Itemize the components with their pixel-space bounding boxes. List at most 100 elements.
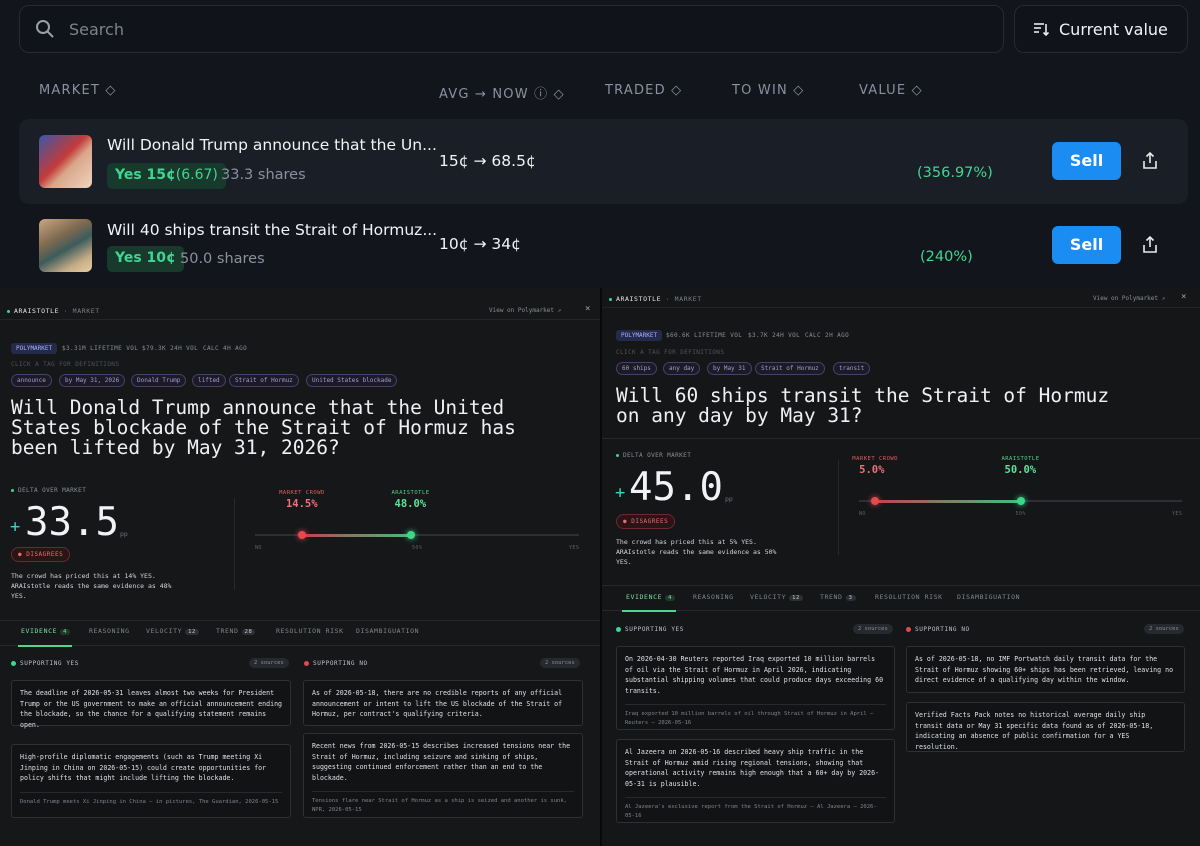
- delta-value: 33.5: [25, 500, 119, 545]
- crowd-value: 5.0%: [859, 464, 885, 476]
- araistotle-value: 48.0%: [394, 498, 427, 510]
- sort-button[interactable]: Current value: [1014, 5, 1188, 53]
- sell-button[interactable]: Sell: [1052, 226, 1121, 264]
- close-icon[interactable]: ×: [585, 304, 590, 314]
- market-analysis-panel: ARAISTOTLE · MARKET View on Polymarket ↗…: [0, 288, 600, 846]
- section-divider: [234, 498, 235, 590]
- section-divider: [838, 460, 839, 555]
- crowd-label: MARKET CROWD: [279, 490, 325, 496]
- araistotle-marker: [406, 531, 415, 539]
- no-sources-count: 2 sources: [1144, 624, 1184, 634]
- question-title: Will 60 ships transit the Strait of Horm…: [616, 384, 1110, 427]
- araistotle-label: ARAISTOTLE: [1001, 456, 1040, 462]
- share-icon[interactable]: [1140, 235, 1160, 255]
- tag[interactable]: any day: [663, 362, 701, 375]
- tab-velocity[interactable]: VELOCITY 12: [750, 593, 803, 601]
- verdict-badge: ● DISAGREES: [11, 547, 71, 562]
- tag[interactable]: transit: [833, 362, 871, 375]
- scale-yes: YES: [569, 545, 580, 551]
- tag[interactable]: lifted: [192, 374, 226, 387]
- delta-label: DELTA OVER MARKET: [616, 452, 691, 459]
- plus-sign: +: [615, 483, 626, 503]
- araistotle-label: ARAISTOTLE: [391, 490, 430, 496]
- col-to-win[interactable]: TO WIN ◇: [732, 83, 804, 98]
- yes-sources-count: 2 sources: [853, 624, 893, 634]
- explanation: The crowd has priced this at 14% YES. ARA…: [11, 572, 172, 600]
- search-input[interactable]: Search: [69, 20, 124, 39]
- evidence-card[interactable]: Recent news from 2026-05-15 describes in…: [303, 733, 583, 818]
- market-title[interactable]: Will 40 ships transit the Strait of Horm…: [107, 221, 437, 239]
- tab-reasoning[interactable]: REASONING: [89, 627, 130, 635]
- evidence-card[interactable]: Al Jazeera on 2026-05-16 described heavy…: [616, 739, 895, 823]
- tab-evidence[interactable]: EVIDENCE 4: [626, 593, 676, 601]
- tag-hint: CLICK A TAG FOR DEFINITIONS: [11, 361, 120, 368]
- brand: ARAISTOTLE · MARKET: [609, 295, 702, 303]
- avg-now-price: 10¢ → 34¢: [439, 235, 522, 253]
- lifetime-vol: $60.6K LIFETIME VOL: [666, 332, 743, 339]
- strait-map-icon: [39, 219, 92, 272]
- tab-trend[interactable]: TREND 3: [820, 593, 856, 601]
- active-tab-indicator: [18, 645, 72, 647]
- value-change: (240%): [920, 249, 973, 265]
- evidence-card[interactable]: On 2026-04-30 Reuters reported Iraq expo…: [616, 646, 895, 730]
- close-icon[interactable]: ×: [1181, 292, 1186, 302]
- araistotle-marker: [1016, 497, 1025, 505]
- evidence-card[interactable]: High-profile diplomatic engagements (suc…: [11, 744, 291, 818]
- tab-disambiguation[interactable]: DISAMBIGUATION: [356, 627, 419, 635]
- araistotle-value: 50.0%: [1004, 464, 1037, 476]
- tag[interactable]: United States blockade: [306, 374, 398, 387]
- delta-unit: pp: [725, 495, 733, 503]
- tag-hint: CLICK A TAG FOR DEFINITIONS: [616, 349, 725, 356]
- search-bar[interactable]: Search: [19, 5, 1004, 53]
- position-row[interactable]: Will 40 ships transit the Strait of Horm…: [19, 203, 1188, 288]
- col-traded[interactable]: TRADED ◇: [605, 83, 682, 98]
- gauge-gap: [875, 499, 1021, 503]
- scale-mid: 50%: [412, 545, 423, 551]
- portfolio-positions: Search Current value MARKET ◇ AVG → NOW …: [0, 0, 1200, 288]
- tag[interactable]: Strait of Hormuz: [229, 374, 299, 387]
- col-market[interactable]: MARKET ◇: [39, 83, 117, 98]
- tab-resolution-risk[interactable]: RESOLUTION RISK: [276, 627, 344, 635]
- position-row[interactable]: Will Donald Trump announce that the Un..…: [19, 119, 1188, 204]
- supporting-no-heading: SUPPORTING NO: [304, 660, 368, 667]
- tag[interactable]: 60 ships: [616, 362, 657, 375]
- sell-button[interactable]: Sell: [1052, 142, 1121, 180]
- evidence-card[interactable]: As of 2026-05-18, there are no credible …: [303, 680, 583, 726]
- tab-resolution-risk[interactable]: RESOLUTION RISK: [875, 593, 943, 601]
- explanation: The crowd has priced this at 5% YES. ARAI…: [616, 538, 777, 566]
- active-tab-indicator: [622, 610, 676, 612]
- share-icon[interactable]: [1140, 151, 1160, 171]
- tab-disambiguation[interactable]: DISAMBIGUATION: [957, 593, 1020, 601]
- view-on-polymarket-link[interactable]: View on Polymarket ↗: [1093, 295, 1165, 302]
- evidence-card[interactable]: Verified Facts Pack notes no historical …: [906, 702, 1185, 752]
- tab-trend[interactable]: TREND 28: [216, 627, 256, 635]
- evidence-card[interactable]: As of 2026-05-18, no IMF Portwatch daily…: [906, 646, 1185, 693]
- day-vol: $3.7K 24H VOL: [748, 332, 801, 339]
- tag[interactable]: by May 31: [707, 362, 752, 375]
- tag[interactable]: Strait of Hormuz: [755, 362, 825, 375]
- crowd-marker: [871, 497, 880, 505]
- tag[interactable]: Donald Trump: [131, 374, 187, 387]
- crowd-label: MARKET CROWD: [852, 456, 899, 462]
- market-title[interactable]: Will Donald Trump announce that the Un..…: [107, 136, 437, 154]
- tag[interactable]: by May 31, 2026: [59, 374, 126, 387]
- verdict-badge: ● DISAGREES: [616, 514, 676, 529]
- evidence-card[interactable]: The deadline of 2026-05-31 leaves almost…: [11, 680, 291, 729]
- outcome-badge: Yes 10¢: [107, 246, 184, 272]
- sort-icon: [1034, 23, 1049, 37]
- tab-velocity[interactable]: VELOCITY 12: [146, 627, 199, 635]
- crowd-marker: [297, 531, 306, 539]
- search-icon: [36, 20, 54, 38]
- tab-evidence[interactable]: EVIDENCE 4: [21, 627, 71, 635]
- sort-label: Current value: [1059, 20, 1168, 39]
- col-avg-now[interactable]: AVG → NOW ⓘ ◇: [439, 83, 565, 102]
- scale-no: NO: [859, 511, 866, 517]
- supporting-no-heading: SUPPORTING NO: [906, 626, 970, 633]
- supporting-yes-heading: SUPPORTING YES: [11, 660, 79, 667]
- view-on-polymarket-link[interactable]: View on Polymarket ↗: [489, 307, 561, 314]
- tab-reasoning[interactable]: REASONING: [693, 593, 734, 601]
- col-value[interactable]: VALUE ◇: [859, 83, 923, 98]
- supporting-yes-heading: SUPPORTING YES: [616, 626, 684, 633]
- delta-label: DELTA OVER MARKET: [11, 487, 86, 494]
- tag[interactable]: announce: [11, 374, 52, 387]
